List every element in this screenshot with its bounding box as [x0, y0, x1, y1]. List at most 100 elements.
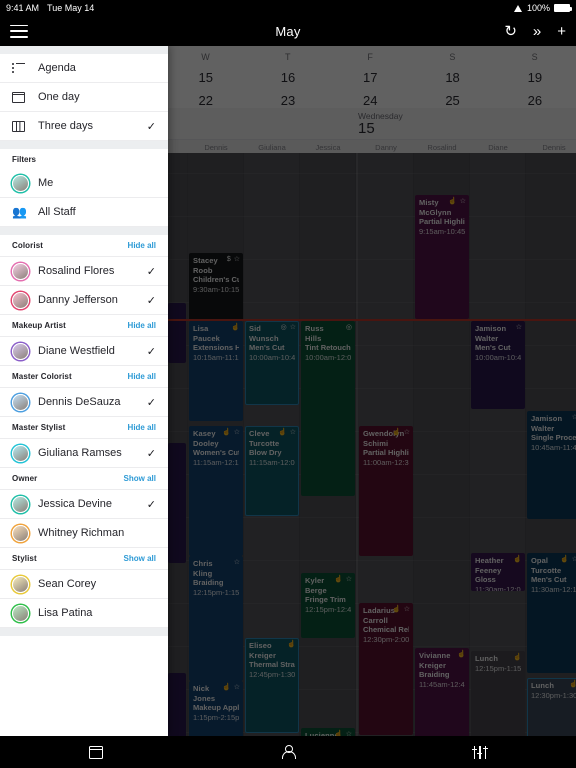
plus-icon[interactable]: +: [557, 24, 566, 39]
staff-name: Whitney Richman: [38, 527, 125, 539]
appointment-card[interactable]: ☝Lunch12:30pm-1:30p: [527, 678, 576, 736]
avatar: [12, 524, 29, 542]
appointment-card[interactable]: ◎ Russ HillsTint Retouch +10:00am-12:00pm: [301, 321, 355, 496]
appointment-card[interactable]: ◎☆Sid WunschMen's Cut10:00am-10:45am: [245, 321, 299, 405]
appointment-card[interactable]: ☝☆Lucienne YostTint Retouch +1:15pm-3:15…: [301, 728, 355, 736]
appointment-icons: ☆: [572, 414, 576, 422]
staff-item[interactable]: Rosalind Flores ✓: [0, 257, 168, 286]
appointment-time: 10:45am-11:45a: [531, 442, 576, 452]
staff-name: Lisa Patina: [38, 607, 93, 619]
avatar: [12, 393, 29, 411]
appointment-service: Men's Cut: [249, 343, 285, 352]
appointment-card[interactable]: ☝☆Nick JonesMakeup Applica1:15pm-2:15pm: [189, 681, 243, 736]
appointment-time: 11:00am-12:30p: [363, 457, 409, 467]
staff-section-toggle-all[interactable]: Hide all: [128, 372, 156, 381]
staff-item[interactable]: Lisa Patina: [0, 599, 168, 628]
sliders-icon: [471, 745, 488, 759]
avatar: [12, 393, 32, 411]
staff-section-toggle-all[interactable]: Hide all: [128, 241, 156, 250]
checkmark-icon: ✓: [146, 345, 156, 358]
staff-column-header-3: Danny: [375, 143, 397, 152]
staff-section-toggle-all[interactable]: Show all: [124, 554, 156, 563]
appointment-card[interactable]: ☝☆Cleve TurcotteBlow Dry11:15am-12:00pm: [245, 426, 299, 516]
appointment-card[interactable]: ☝ Lunch 12:15pm-1:15p: [471, 651, 525, 736]
star-icon: ☆: [403, 429, 410, 436]
current-time-line: [168, 319, 576, 321]
appointment-card-partial-2[interactable]: [168, 673, 186, 736]
staff-section-toggle-all[interactable]: Show all: [124, 474, 156, 483]
appointment-client: Jamison Walter: [531, 414, 563, 433]
appointment-card[interactable]: ☝☆Misty McGlynnPartial Highligh9:15am-10…: [415, 195, 469, 319]
double-chevron-right-icon[interactable]: »: [533, 24, 541, 39]
appointment-time: 1:15pm-2:15pm: [193, 712, 239, 722]
view-option-three-days[interactable]: Three days ✓: [0, 112, 168, 141]
tab-calendar[interactable]: [0, 736, 192, 768]
thumb-icon: ☝: [334, 576, 343, 583]
appointment-card[interactable]: ☝☆Opal TurcotteMen's Cut11:30am-12:15p: [527, 553, 576, 673]
week-day-17[interactable]: 17: [329, 62, 411, 88]
appointment-card[interactable]: ☝Vivianne KreigerBraiding11:45am-12:45p: [415, 648, 469, 736]
star-icon: ☆: [289, 324, 296, 331]
appointment-icons: ☆: [516, 324, 522, 332]
thumb-icon: ☝: [287, 641, 296, 648]
week-day-19[interactable]: 19: [494, 62, 576, 88]
week-day-15[interactable]: 15: [165, 62, 247, 88]
star-icon: ☆: [289, 429, 296, 436]
appointment-time: 12:15pm-12:45pm: [305, 604, 351, 614]
week-day-18[interactable]: 18: [411, 62, 493, 88]
staff-item[interactable]: Diane Westfield ✓: [0, 337, 168, 366]
staff-item[interactable]: Giuliana Ramses ✓: [0, 439, 168, 468]
status-bar: 9:41 AM Tue May 14 100%: [0, 0, 576, 16]
tab-settings[interactable]: [384, 736, 576, 768]
appointment-card[interactable]: ☝☆Ladarius CarrollChemical Relax12:30pm-…: [359, 603, 413, 735]
appointment-card[interactable]: ☆ Chris KlingBraiding12:15pm-1:15pm: [189, 556, 243, 681]
filter-me[interactable]: Me: [0, 169, 168, 198]
avatar: [12, 342, 32, 360]
calendar-icon: [88, 745, 104, 759]
staff-item[interactable]: Sean Corey: [0, 570, 168, 599]
staff-item[interactable]: Jessica Devine ✓: [0, 490, 168, 519]
staff-column-header-4: Rosalind: [427, 143, 457, 152]
staff-item[interactable]: Danny Jefferson ✓: [0, 286, 168, 315]
appointment-card[interactable]: ☝☆Kasey DooleyWomen's Cut a11:15am-12:15…: [189, 426, 243, 556]
staff-section-toggle-all[interactable]: Hide all: [128, 423, 156, 432]
staff-item[interactable]: Dennis DeSauza ✓: [0, 388, 168, 417]
week-day-16[interactable]: 16: [247, 62, 329, 88]
appointment-service: Braiding: [193, 578, 224, 587]
hamburger-menu-icon[interactable]: [10, 24, 28, 38]
checkmark-icon: ✓: [146, 294, 156, 307]
appointment-card-partial-0[interactable]: [168, 303, 186, 363]
filters-heading: Filters: [0, 149, 168, 169]
appointment-card[interactable]: ☝☆Gwendolyn SchimiPartial Highligh11:00a…: [359, 426, 413, 556]
appointment-icons: $ ☆: [227, 256, 240, 264]
one-day-icon: [11, 91, 32, 103]
appointment-card[interactable]: ☝Heather FeeneyGloss11:30am-12:00p: [471, 553, 525, 591]
view-option-label: Agenda: [38, 62, 76, 74]
appointment-card[interactable]: $☆Stacey RoobChildren's Cut9:30am-10:15a…: [189, 253, 243, 321]
appointment-card[interactable]: ☝Lisa PaucekExtensions Hair10:15am-11:15…: [189, 321, 243, 421]
view-option-agenda[interactable]: Agenda: [0, 54, 168, 83]
view-option-one-day[interactable]: One day: [0, 83, 168, 112]
appointment-time: 12:30pm-2:00p: [363, 634, 409, 644]
filter-all-staff[interactable]: 👥 All Staff: [0, 198, 168, 227]
battery-percent: 100%: [526, 3, 550, 13]
avatar: [12, 291, 32, 309]
appointment-card[interactable]: ☝Eliseo KreigerThermal Straigh12:45pm-1:…: [245, 638, 299, 733]
staff-section-toggle-all[interactable]: Hide all: [128, 321, 156, 330]
avatar: [12, 495, 29, 513]
appointment-card[interactable]: ☝☆Kyler BergeFringe Trim12:15pm-12:45pm: [301, 573, 355, 638]
staff-section-title: Colorist: [12, 241, 44, 250]
refresh-icon[interactable]: ↻: [504, 24, 517, 39]
appointment-service: Children's Cut: [193, 275, 239, 284]
tab-clients[interactable]: [192, 736, 384, 768]
status-time: 9:41 AM: [6, 3, 40, 13]
appointment-service: Partial Highligh: [419, 217, 465, 226]
star-icon: ☆: [571, 414, 576, 421]
appointment-card[interactable]: ☆ Jamison WalterSingle Process10:45am-11:…: [527, 411, 576, 519]
appointment-card[interactable]: ☆ Jamison WalterMen's Cut10:00am-10:45a: [471, 321, 525, 409]
checkmark-icon: ✓: [146, 396, 156, 409]
staff-item[interactable]: Whitney Richman: [0, 519, 168, 548]
dollar-icon: $: [226, 256, 231, 263]
day-column-5[interactable]: [470, 153, 526, 736]
appointment-card-partial-1[interactable]: [168, 443, 186, 563]
